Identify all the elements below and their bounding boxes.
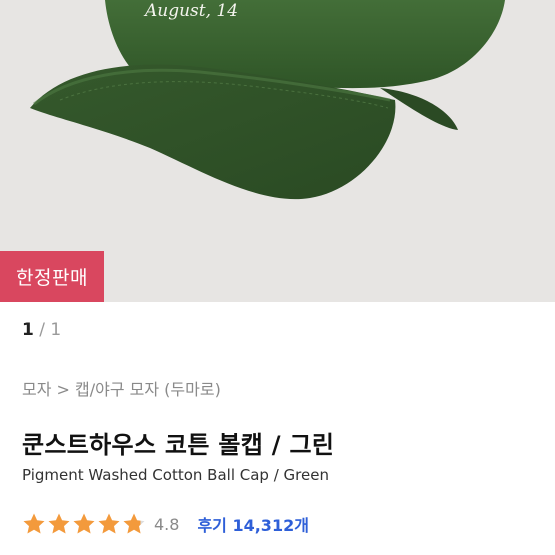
svg-text:August, 14: August, 14 [143, 1, 238, 21]
image-pager: 1 / 1 [22, 320, 61, 340]
star-icon [123, 513, 145, 534]
reviews-link[interactable]: 후기 14,312개 [197, 512, 308, 536]
star-icon [23, 513, 45, 534]
star-rating [22, 512, 146, 536]
pager-current: 1 [22, 320, 34, 340]
star-icon [98, 513, 120, 534]
product-image[interactable]: August, 14 한정판매 [0, 0, 555, 302]
star-icon [48, 513, 70, 534]
star-icon [73, 513, 95, 534]
pager-separator: / [39, 320, 45, 340]
rating-row: 4.8 후기 14,312개 [22, 511, 309, 537]
product-title: 쿤스트하우스 코튼 볼캡 / 그린 [22, 431, 335, 459]
rating-score: 4.8 [154, 514, 180, 534]
product-subtitle: Pigment Washed Cotton Ball Cap / Green [22, 466, 329, 484]
pager-total: 1 [50, 320, 62, 340]
limited-sale-badge: 한정판매 [0, 251, 104, 302]
breadcrumb[interactable]: 모자 > 캡/야구 모자 (두마로) [22, 376, 221, 400]
